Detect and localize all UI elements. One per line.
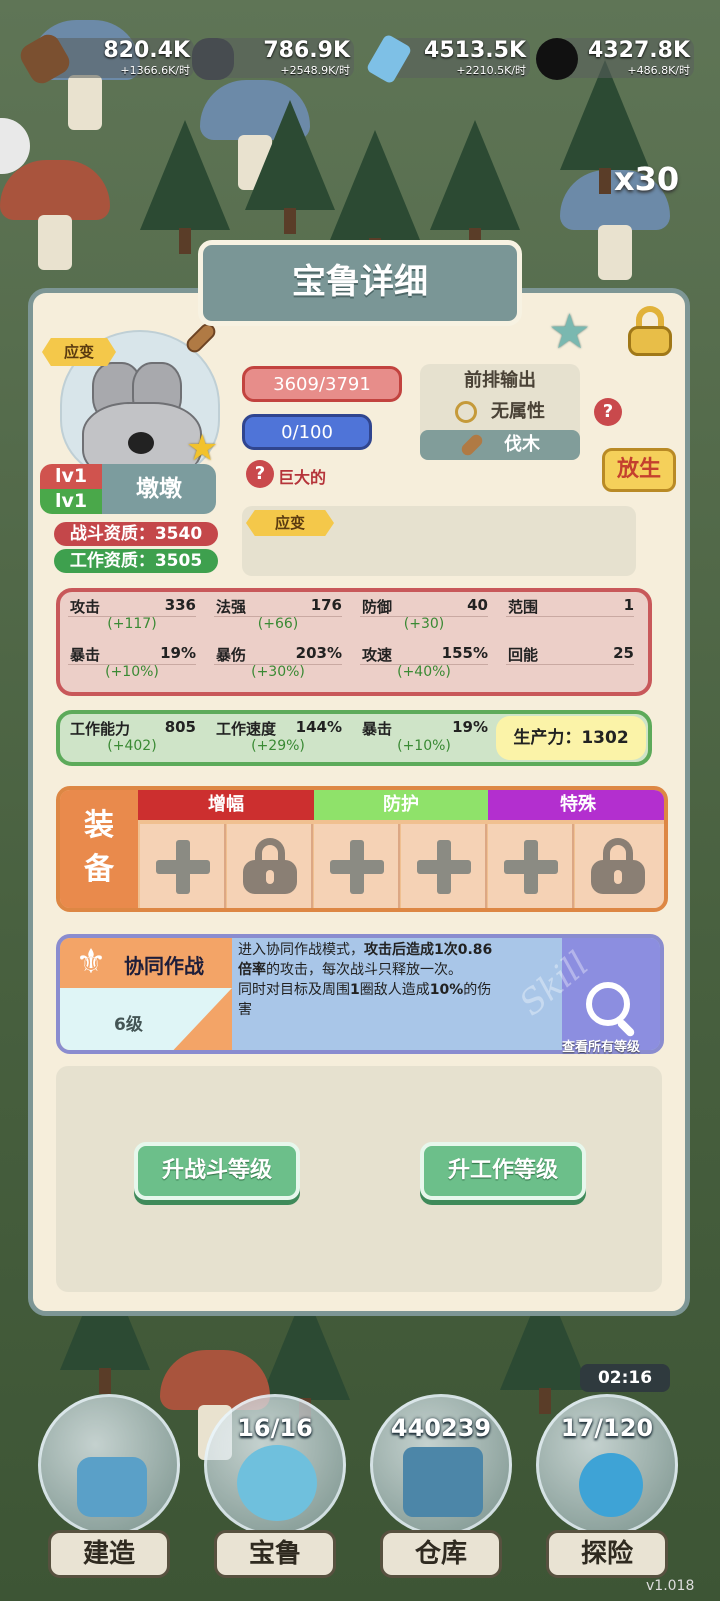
wood-rate: +1366.6K/时 xyxy=(120,64,190,77)
storage-count: 440239 xyxy=(390,1414,492,1442)
combat-aptitude: 战斗资质：3540 xyxy=(54,522,218,546)
productivity-badge: 生产力：1302 xyxy=(496,716,646,760)
trait-skill-tag[interactable]: 应变 xyxy=(246,510,334,536)
release-button[interactable]: 放生 xyxy=(602,448,676,492)
stat-cell: 攻速 155% (+40%) xyxy=(360,644,488,680)
work-aptitude: 工作资质：3505 xyxy=(54,549,218,573)
nav-storage-label: 仓库 xyxy=(380,1530,502,1578)
skill-level: 6级 xyxy=(114,1015,143,1035)
crystal-amount: 4513.5K xyxy=(424,38,526,63)
work-level: lv1 xyxy=(40,489,102,514)
magnifier-icon[interactable] xyxy=(586,982,630,1026)
stat-cell: 攻击 336 (+117) xyxy=(68,596,196,632)
trait-skill-area: 应变 xyxy=(242,506,636,576)
stat-cell: 工作能力 805 (+402) xyxy=(70,718,196,754)
pet-name[interactable]: 墩墩 xyxy=(102,464,216,514)
nav-pets[interactable]: 16/16 宝鲁 xyxy=(200,1394,350,1594)
lock-icon xyxy=(591,838,645,894)
speed-multiplier[interactable]: x30 xyxy=(614,160,679,198)
pet-job: 伐木 xyxy=(420,430,580,460)
trait-tag: 应变 xyxy=(42,338,116,366)
tree-decoration xyxy=(330,130,420,264)
nav-pets-label: 宝鲁 xyxy=(214,1530,336,1578)
equip-slot-locked[interactable] xyxy=(575,824,664,908)
equip-category-protect: 防护 xyxy=(314,790,488,820)
stat-cell: 暴击 19% (+10%) xyxy=(362,718,488,754)
version-label: v1.018 xyxy=(646,1578,695,1594)
add-icon xyxy=(504,840,558,894)
equip-category-special: 特殊 xyxy=(488,790,664,820)
equip-slot[interactable] xyxy=(488,824,574,908)
nav-explore[interactable]: 17/120 探险 xyxy=(532,1394,682,1594)
nav-build[interactable]: 建造 xyxy=(34,1394,184,1594)
equipment-label: 装备 xyxy=(60,790,138,908)
resource-stone: 786.9K +2548.9K/时 xyxy=(192,34,356,82)
stone-icon xyxy=(192,38,234,80)
stat-cell: 暴伤 203% (+30%) xyxy=(214,644,342,680)
resource-wood: 820.4K +1366.6K/时 xyxy=(16,30,196,88)
combat-level: lv1 xyxy=(40,464,102,489)
coal-amount: 4327.8K xyxy=(588,38,690,63)
pet-element: 无属性 xyxy=(420,397,580,427)
stat-cell: 法强 176 (+66) xyxy=(214,596,342,632)
wood-amount: 820.4K xyxy=(103,38,190,63)
coal-icon xyxy=(536,38,578,80)
combat-stats-grid: 攻击 336 (+117) 法强 176 (+66) 防御 40 (+30) 范围 1 暴击 1… xyxy=(56,588,652,696)
stat-cell: 暴击 19% (+10%) xyxy=(68,644,196,680)
nav-explore-label: 探险 xyxy=(546,1530,668,1578)
resource-crystal: 4513.5K +2210.5K/时 xyxy=(365,33,532,85)
level-name-box: lv1 lv1 墩墩 xyxy=(40,464,216,514)
trait-help-icon[interactable]: ? xyxy=(246,460,274,488)
stone-amount: 786.9K xyxy=(263,38,350,63)
star-rank-icon: ★ xyxy=(186,428,219,469)
stat-cell: 回能 25 xyxy=(506,644,634,665)
work-stats-grid: 工作能力 805 (+402) 工作速度 144% (+29%) 暴击 19% (+10%)… xyxy=(56,710,652,766)
pet-info-box: 前排输出 无属性 伐木 xyxy=(420,364,580,460)
hp-bar: 3609/3791 xyxy=(242,366,402,402)
stone-rate: +2548.9K/时 xyxy=(280,64,350,77)
add-icon xyxy=(156,840,210,894)
upgrade-combat-button[interactable]: 升战斗等级 xyxy=(134,1142,300,1200)
pet-role: 前排输出 xyxy=(464,370,536,391)
energy-count: 17/120 xyxy=(560,1414,654,1442)
equip-slot[interactable] xyxy=(140,824,226,908)
resource-coal: 4327.8K +486.8K/时 xyxy=(536,34,696,82)
crystal-rate: +2210.5K/时 xyxy=(456,64,526,77)
nav-build-label: 建造 xyxy=(48,1530,170,1578)
stat-cell: 工作速度 144% (+29%) xyxy=(216,718,342,754)
equipment-section: 装备 增幅 防护 特殊 xyxy=(56,786,668,912)
skill-description: 进入协同作战模式，攻击后造成1次0.86 倍率的攻击，每次战斗只释放一次。 同时… xyxy=(238,942,493,1018)
lock-icon xyxy=(243,838,297,894)
tree-decoration xyxy=(245,100,335,234)
explore-timer: 02:16 xyxy=(580,1364,670,1392)
coal-rate: +486.8K/时 xyxy=(627,64,690,77)
unlock-icon[interactable] xyxy=(626,306,674,356)
stat-cell: 范围 1 xyxy=(506,596,634,617)
nav-storage[interactable]: 440239 仓库 xyxy=(366,1394,516,1594)
add-icon xyxy=(330,840,384,894)
tree-decoration xyxy=(140,120,230,254)
trait-description: 巨大的 xyxy=(278,468,327,487)
pet-count: 16/16 xyxy=(237,1414,313,1442)
info-help-icon[interactable]: ? xyxy=(594,398,622,426)
panel-title: 宝鲁详细 xyxy=(198,240,522,326)
add-icon xyxy=(417,840,471,894)
lotus-skill-icon: ⚜ xyxy=(75,942,107,982)
favorite-star-icon[interactable]: ★ xyxy=(548,304,591,360)
equip-slot-locked[interactable] xyxy=(227,824,313,908)
see-all-levels-link[interactable]: 查看所有等级 xyxy=(562,1036,640,1055)
equip-category-amplify: 增幅 xyxy=(138,790,314,820)
skill-name: 协同作战 xyxy=(124,954,204,978)
job-wood-icon xyxy=(459,432,485,458)
stat-cell: 防御 40 (+30) xyxy=(360,596,488,632)
tree-decoration xyxy=(430,120,520,254)
equip-slot[interactable] xyxy=(314,824,400,908)
element-neutral-icon xyxy=(455,401,477,423)
equip-slot[interactable] xyxy=(401,824,487,908)
mp-bar: 0/100 xyxy=(242,414,372,450)
upgrade-work-button[interactable]: 升工作等级 xyxy=(420,1142,586,1200)
